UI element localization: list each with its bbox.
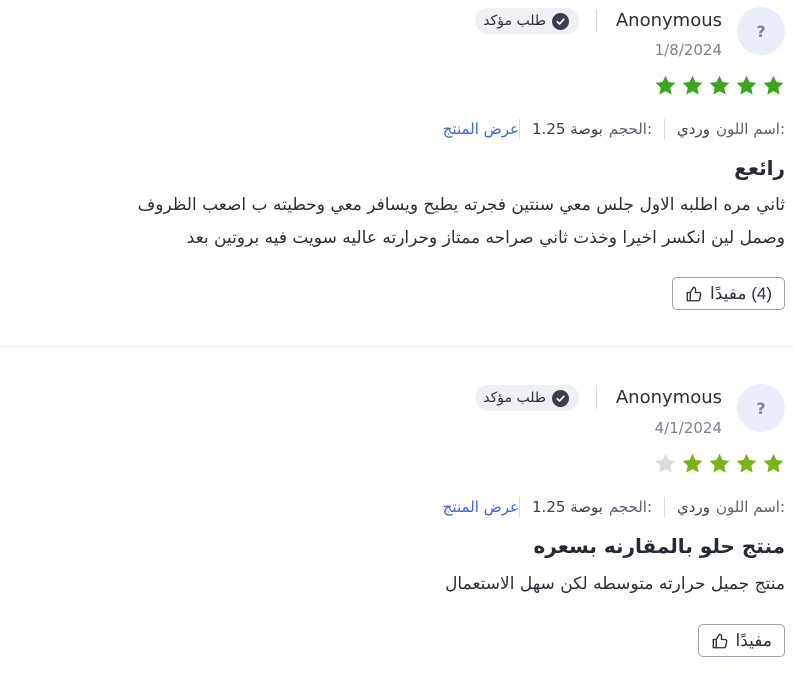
review-meta: اسم اللون: وردي الحجم: 1.25 بوصة عرض الم… <box>431 119 785 139</box>
header-divider <box>596 10 597 32</box>
size-value: 1.25 بوصة <box>532 498 603 516</box>
size-value: 1.25 بوصة <box>532 120 603 138</box>
check-circle-icon <box>552 389 569 407</box>
helpful-button[interactable]: مفيدًا <box>697 624 785 657</box>
size-attribute: الحجم: 1.25 بوصة <box>520 120 664 138</box>
review-date: 1/8/2024 <box>654 41 722 59</box>
verified-badge: طلب مؤكد <box>475 8 579 34</box>
avatar-glyph: ? <box>756 21 766 41</box>
star-filled-icon <box>682 453 703 473</box>
star-filled-icon <box>763 75 784 95</box>
helpful-label: مفيدًا <box>735 630 772 650</box>
color-value: وردي <box>677 498 710 516</box>
review-body-line: منتج جميل حرارته متوسطه لكن سهل الاستعما… <box>445 574 785 594</box>
review-card: ? Anonymous 4/1/2024 طلب مؤكد اسم اللون:… <box>0 346 793 689</box>
color-label: اسم اللون: <box>715 120 785 138</box>
color-attribute: اسم اللون: وردي <box>665 120 785 138</box>
review-body: ثاني مره اطلبه الاول جلس معي سنتين فجرته… <box>0 189 785 255</box>
avatar-glyph: ? <box>756 398 766 418</box>
review-body: منتج جميل حرارته متوسطه لكن سهل الاستعما… <box>0 568 785 601</box>
color-attribute: اسم اللون: وردي <box>665 498 785 516</box>
size-label: الحجم: <box>608 120 653 138</box>
star-filled-icon <box>682 75 703 95</box>
review-body-line: وصمل لين انكسر اخيرا وخذت ثاني صراحه ممت… <box>186 228 785 248</box>
star-filled-icon <box>736 75 757 95</box>
color-value: وردي <box>677 120 710 138</box>
star-filled-icon <box>709 75 730 95</box>
star-filled-icon <box>709 453 730 473</box>
verified-label: طلب مؤكد <box>483 13 546 29</box>
helpful-button[interactable]: (4) مفيدًا <box>671 277 785 310</box>
helpful-label: (4) مفيدًا <box>709 283 772 303</box>
reviews-list: ? Anonymous 1/8/2024 طلب مؤكد اسم اللون:… <box>0 0 793 688</box>
check-circle-icon <box>552 12 569 30</box>
star-filled-icon <box>736 453 757 473</box>
author-name: Anonymous <box>615 387 722 408</box>
view-product-link[interactable]: عرض المنتج <box>431 120 519 138</box>
thumbs-up-icon <box>686 286 702 301</box>
size-attribute: الحجم: 1.25 بوصة <box>520 498 664 516</box>
review-body-line: ثاني مره اطلبه الاول جلس معي سنتين فجرته… <box>137 195 785 215</box>
star-rating <box>654 452 785 475</box>
review-card: ? Anonymous 1/8/2024 طلب مؤكد اسم اللون:… <box>0 0 793 346</box>
star-filled-icon <box>655 75 676 95</box>
review-title: رائعع <box>734 156 785 180</box>
color-label: اسم اللون: <box>715 498 785 516</box>
size-label: الحجم: <box>608 498 653 516</box>
review-title: منتج حلو بالمقارنه بسعره <box>533 534 785 558</box>
star-rating <box>654 74 785 97</box>
avatar: ? <box>737 384 785 432</box>
review-date: 4/1/2024 <box>654 419 722 437</box>
header-divider <box>596 387 597 409</box>
avatar: ? <box>737 7 785 55</box>
star-filled-icon <box>763 453 784 473</box>
author-name: Anonymous <box>615 10 722 31</box>
review-meta: اسم اللون: وردي الحجم: 1.25 بوصة عرض الم… <box>431 497 785 517</box>
verified-badge: طلب مؤكد <box>475 385 579 411</box>
view-product-link[interactable]: عرض المنتج <box>431 498 519 516</box>
thumbs-up-icon <box>712 633 727 648</box>
star-empty-icon <box>655 453 676 473</box>
verified-label: طلب مؤكد <box>483 390 546 406</box>
